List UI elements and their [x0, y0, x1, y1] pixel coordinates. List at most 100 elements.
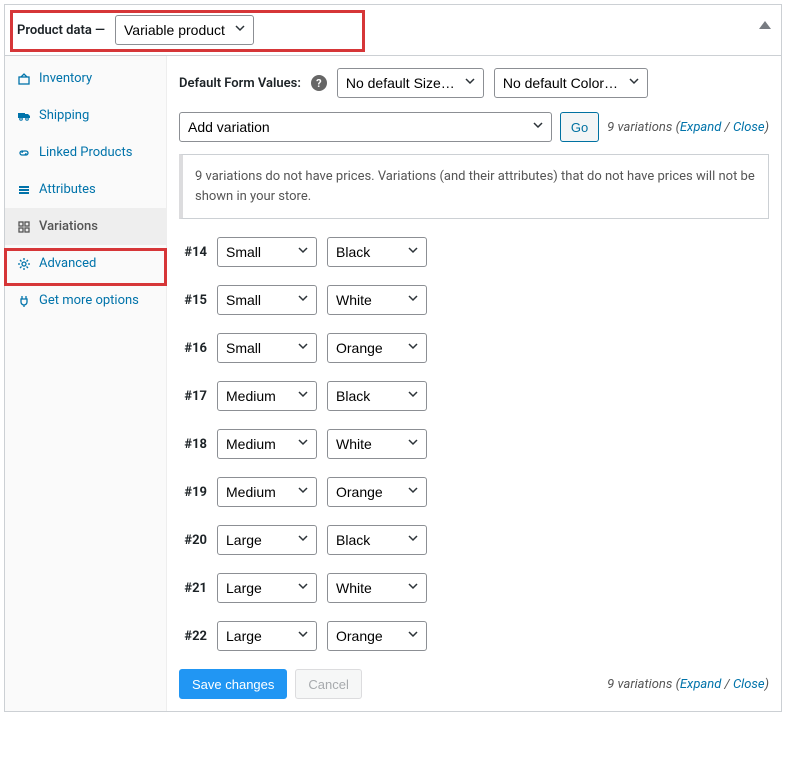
variation-counts-footer: 9 variations (Expand / Close)	[607, 677, 769, 692]
sidebar-item-advanced[interactable]: Advanced	[5, 245, 166, 282]
help-icon[interactable]: ?	[311, 75, 327, 91]
default-size-wrap: No default Size…	[337, 68, 484, 98]
plug-icon	[17, 294, 31, 308]
default-size-select[interactable]: No default Size…	[337, 68, 484, 98]
sidebar-item-label: Shipping	[39, 108, 89, 123]
variation-count-text: 9 variations	[607, 677, 672, 692]
variation-size-wrap: Medium	[217, 429, 317, 459]
variation-color-select[interactable]: White	[327, 429, 427, 459]
variation-row[interactable]: #20 Large Black	[179, 525, 769, 555]
sidebar-item-attributes[interactable]: Attributes	[5, 171, 166, 208]
variation-color-select[interactable]: Orange	[327, 621, 427, 651]
sidebar-item-shipping[interactable]: Shipping	[5, 97, 166, 134]
variation-size-wrap: Large	[217, 621, 317, 651]
sidebar-item-inventory[interactable]: Inventory	[5, 60, 166, 97]
variation-action-select[interactable]: Add variation	[179, 112, 552, 142]
variation-size-select[interactable]: Medium	[217, 477, 317, 507]
inventory-icon	[17, 72, 31, 86]
close-link[interactable]: Close	[733, 677, 765, 692]
save-changes-button[interactable]: Save changes	[179, 669, 287, 699]
variation-id: #17	[179, 389, 207, 404]
variation-size-select[interactable]: Small	[217, 333, 317, 363]
panel-body: Inventory Shipping Linked Products Attri…	[5, 56, 781, 711]
close-link[interactable]: Close	[733, 120, 765, 135]
variation-row[interactable]: #22 Large Orange	[179, 621, 769, 651]
product-type-select-wrap: Variable product	[105, 15, 254, 45]
variation-color-select[interactable]: Black	[327, 381, 427, 411]
variation-color-wrap: White	[327, 285, 427, 315]
variation-id: #18	[179, 437, 207, 452]
variation-size-select[interactable]: Large	[217, 525, 317, 555]
variation-size-wrap: Small	[217, 285, 317, 315]
sidebar-item-label: Variations	[39, 219, 98, 234]
variation-color-select[interactable]: Black	[327, 525, 427, 555]
variation-id: #14	[179, 245, 207, 260]
variation-color-select[interactable]: Orange	[327, 333, 427, 363]
default-color-wrap: No default Color…	[494, 68, 648, 98]
variation-color-select[interactable]: White	[327, 285, 427, 315]
variation-row[interactable]: #16 Small Orange	[179, 333, 769, 363]
truck-icon	[17, 109, 31, 123]
variation-size-select[interactable]: Large	[217, 573, 317, 603]
expand-link[interactable]: Expand	[680, 120, 721, 135]
panel-header-label: Product data —	[17, 23, 105, 38]
variation-color-wrap: White	[327, 573, 427, 603]
variation-id: #15	[179, 293, 207, 308]
variations-list: #14 Small Black #15 Small White #16 Small Orange…	[179, 237, 769, 651]
variation-size-wrap: Medium	[217, 381, 317, 411]
variation-color-wrap: Orange	[327, 621, 427, 651]
variation-id: #16	[179, 341, 207, 356]
variation-id: #21	[179, 581, 207, 596]
default-color-select[interactable]: No default Color…	[494, 68, 648, 98]
main-content: Default Form Values: ? No default Size… …	[167, 56, 781, 711]
sidebar-item-label: Inventory	[39, 71, 92, 86]
sidebar: Inventory Shipping Linked Products Attri…	[5, 56, 167, 711]
variation-size-select[interactable]: Large	[217, 621, 317, 651]
sidebar-item-variations[interactable]: Variations	[5, 208, 166, 245]
variation-color-wrap: Orange	[327, 333, 427, 363]
sidebar-item-label: Get more options	[39, 293, 139, 308]
variation-size-select[interactable]: Medium	[217, 381, 317, 411]
sidebar-item-label: Attributes	[39, 182, 96, 197]
sidebar-item-get-more-options[interactable]: Get more options	[5, 282, 166, 319]
variation-color-select[interactable]: Orange	[327, 477, 427, 507]
panel-collapse-toggle[interactable]	[759, 15, 771, 29]
variation-counts: 9 variations (Expand / Close)	[607, 120, 769, 135]
gear-icon	[17, 257, 31, 271]
footer-toolbar: Save changes Cancel 9 variations (Expand…	[179, 669, 769, 699]
variation-size-select[interactable]: Small	[217, 285, 317, 315]
default-form-values-label: Default Form Values:	[179, 76, 301, 91]
cancel-button[interactable]: Cancel	[295, 669, 361, 699]
variation-color-select[interactable]: Black	[327, 237, 427, 267]
go-button[interactable]: Go	[560, 112, 599, 142]
grid-icon	[17, 220, 31, 234]
sidebar-item-label: Advanced	[39, 256, 96, 271]
variation-id: #20	[179, 533, 207, 548]
variation-row[interactable]: #18 Medium White	[179, 429, 769, 459]
expand-link[interactable]: Expand	[680, 677, 721, 692]
variation-toolbar: Add variation Go 9 variations (Expand / …	[179, 112, 769, 142]
variation-size-select[interactable]: Small	[217, 237, 317, 267]
variation-size-select[interactable]: Medium	[217, 429, 317, 459]
variation-color-wrap: Black	[327, 381, 427, 411]
panel-header: Product data — Variable product	[5, 5, 781, 56]
variation-color-wrap: Black	[327, 525, 427, 555]
variation-row[interactable]: #17 Medium Black	[179, 381, 769, 411]
variation-size-wrap: Medium	[217, 477, 317, 507]
price-notice: 9 variations do not have prices. Variati…	[179, 154, 769, 219]
variation-size-wrap: Large	[217, 525, 317, 555]
sidebar-item-label: Linked Products	[39, 145, 132, 160]
variation-row[interactable]: #21 Large White	[179, 573, 769, 603]
variation-color-select[interactable]: White	[327, 573, 427, 603]
variation-row[interactable]: #14 Small Black	[179, 237, 769, 267]
product-type-select[interactable]: Variable product	[115, 15, 254, 45]
variation-row[interactable]: #19 Medium Orange	[179, 477, 769, 507]
variation-count-text: 9 variations	[607, 120, 672, 135]
default-form-values-row: Default Form Values: ? No default Size… …	[179, 68, 769, 98]
variation-id: #22	[179, 629, 207, 644]
variation-row[interactable]: #15 Small White	[179, 285, 769, 315]
sidebar-item-linked-products[interactable]: Linked Products	[5, 134, 166, 171]
list-icon	[17, 183, 31, 197]
variation-id: #19	[179, 485, 207, 500]
link-icon	[17, 146, 31, 160]
